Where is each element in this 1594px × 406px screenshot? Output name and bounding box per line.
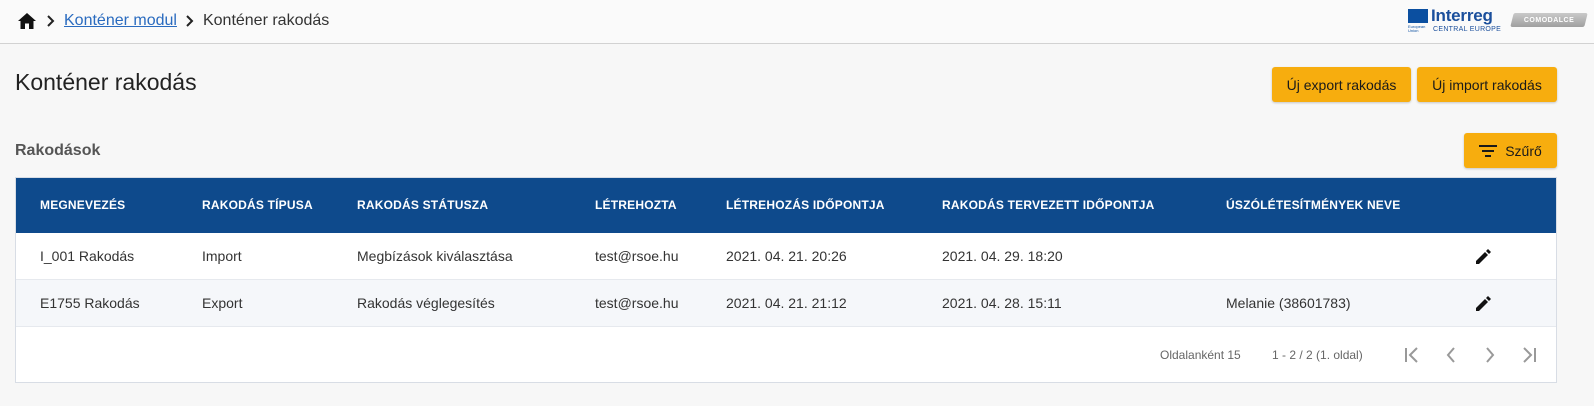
new-export-button[interactable]: Új export rakodás: [1272, 67, 1411, 102]
cell-vessel-names: Melanie (38601783): [1226, 295, 1351, 311]
last-page-icon[interactable]: [1517, 343, 1541, 367]
logo-eu-text: European Union: [1408, 24, 1426, 33]
interreg-logo: European Union Interreg CENTRAL EUROPE C…: [1408, 6, 1588, 37]
cell-created-at: 2021. 04. 21. 20:26: [726, 248, 847, 264]
logo-badge-text: COMODALCE: [1523, 16, 1575, 24]
cell-created-at: 2021. 04. 21. 21:12: [726, 295, 847, 311]
eu-flag-icon: [1408, 9, 1428, 23]
logo-brand: Interreg: [1431, 6, 1493, 25]
logo-subtitle: CENTRAL EUROPE: [1433, 26, 1502, 33]
pencil-edit-icon[interactable]: [1471, 245, 1495, 269]
chevron-right-icon: [40, 10, 62, 32]
column-header-vessel-names[interactable]: ÚSZÓLÉTESÍTMÉNYEK NEVE: [1226, 198, 1400, 212]
table-row[interactable]: I_001 Rakodás Import Megbízások kiválasz…: [16, 233, 1556, 280]
pagination: Oldalanként 15 1 - 2 / 2 (1. oldal): [16, 328, 1556, 383]
cell-created-by: test@rsoe.hu: [595, 248, 679, 264]
chevron-right-icon: [179, 10, 201, 32]
column-header-created-by[interactable]: LÉTREHOZTA: [595, 198, 677, 212]
cell-created-by: test@rsoe.hu: [595, 295, 679, 311]
home-icon[interactable]: [16, 10, 38, 32]
cell-name: I_001 Rakodás: [40, 248, 135, 264]
column-header-planned-at[interactable]: RAKODÁS TERVEZETT IDŐPONTJA: [942, 198, 1155, 212]
breadcrumb: Konténer modul Konténer rakodás: [16, 10, 329, 32]
logo-badge: COMODALCE: [1510, 13, 1588, 27]
table-header: MEGNEVEZÉS RAKODÁS TÍPUSA RAKODÁS STÁTUS…: [16, 178, 1556, 233]
cell-name: E1755 Rakodás: [40, 295, 140, 311]
items-per-page[interactable]: Oldalanként 15: [1160, 348, 1241, 362]
breadcrumb-current: Konténer rakodás: [202, 12, 330, 29]
table-row[interactable]: E1755 Rakodás Export Rakodás véglegesíté…: [16, 280, 1556, 327]
breadcrumb-link-module[interactable]: Konténer modul: [64, 12, 177, 30]
filter-button[interactable]: Szűrő: [1464, 133, 1557, 168]
section-title: Rakodások: [15, 142, 101, 159]
cell-planned-at: 2021. 04. 28. 15:11: [942, 295, 1062, 311]
column-header-name[interactable]: MEGNEVEZÉS: [40, 198, 125, 212]
page-range: 1 - 2 / 2 (1. oldal): [1272, 348, 1363, 362]
cell-status: Rakodás véglegesítés: [357, 295, 495, 311]
next-page-icon[interactable]: [1478, 343, 1502, 367]
cell-type: Import: [202, 248, 242, 264]
column-header-created-at[interactable]: LÉTREHOZÁS IDŐPONTJA: [726, 198, 885, 212]
loadings-table: MEGNEVEZÉS RAKODÁS TÍPUSA RAKODÁS STÁTUS…: [15, 177, 1557, 383]
prev-page-icon[interactable]: [1439, 343, 1463, 367]
cell-type: Export: [202, 295, 243, 311]
pencil-edit-icon[interactable]: [1471, 292, 1495, 316]
filter-list-icon: [1479, 144, 1498, 158]
column-header-status[interactable]: RAKODÁS STÁTUSZA: [357, 198, 488, 212]
cell-planned-at: 2021. 04. 29. 18:20: [942, 248, 1063, 264]
column-header-type[interactable]: RAKODÁS TÍPUSA: [202, 198, 313, 212]
top-bar: Konténer modul Konténer rakodás European…: [0, 0, 1594, 44]
cell-status: Megbízások kiválasztása: [357, 248, 513, 264]
page-title: Konténer rakodás: [15, 69, 197, 95]
filter-label: Szűrő: [1505, 142, 1542, 159]
new-import-button[interactable]: Új import rakodás: [1417, 67, 1557, 102]
first-page-icon[interactable]: [1400, 343, 1424, 367]
